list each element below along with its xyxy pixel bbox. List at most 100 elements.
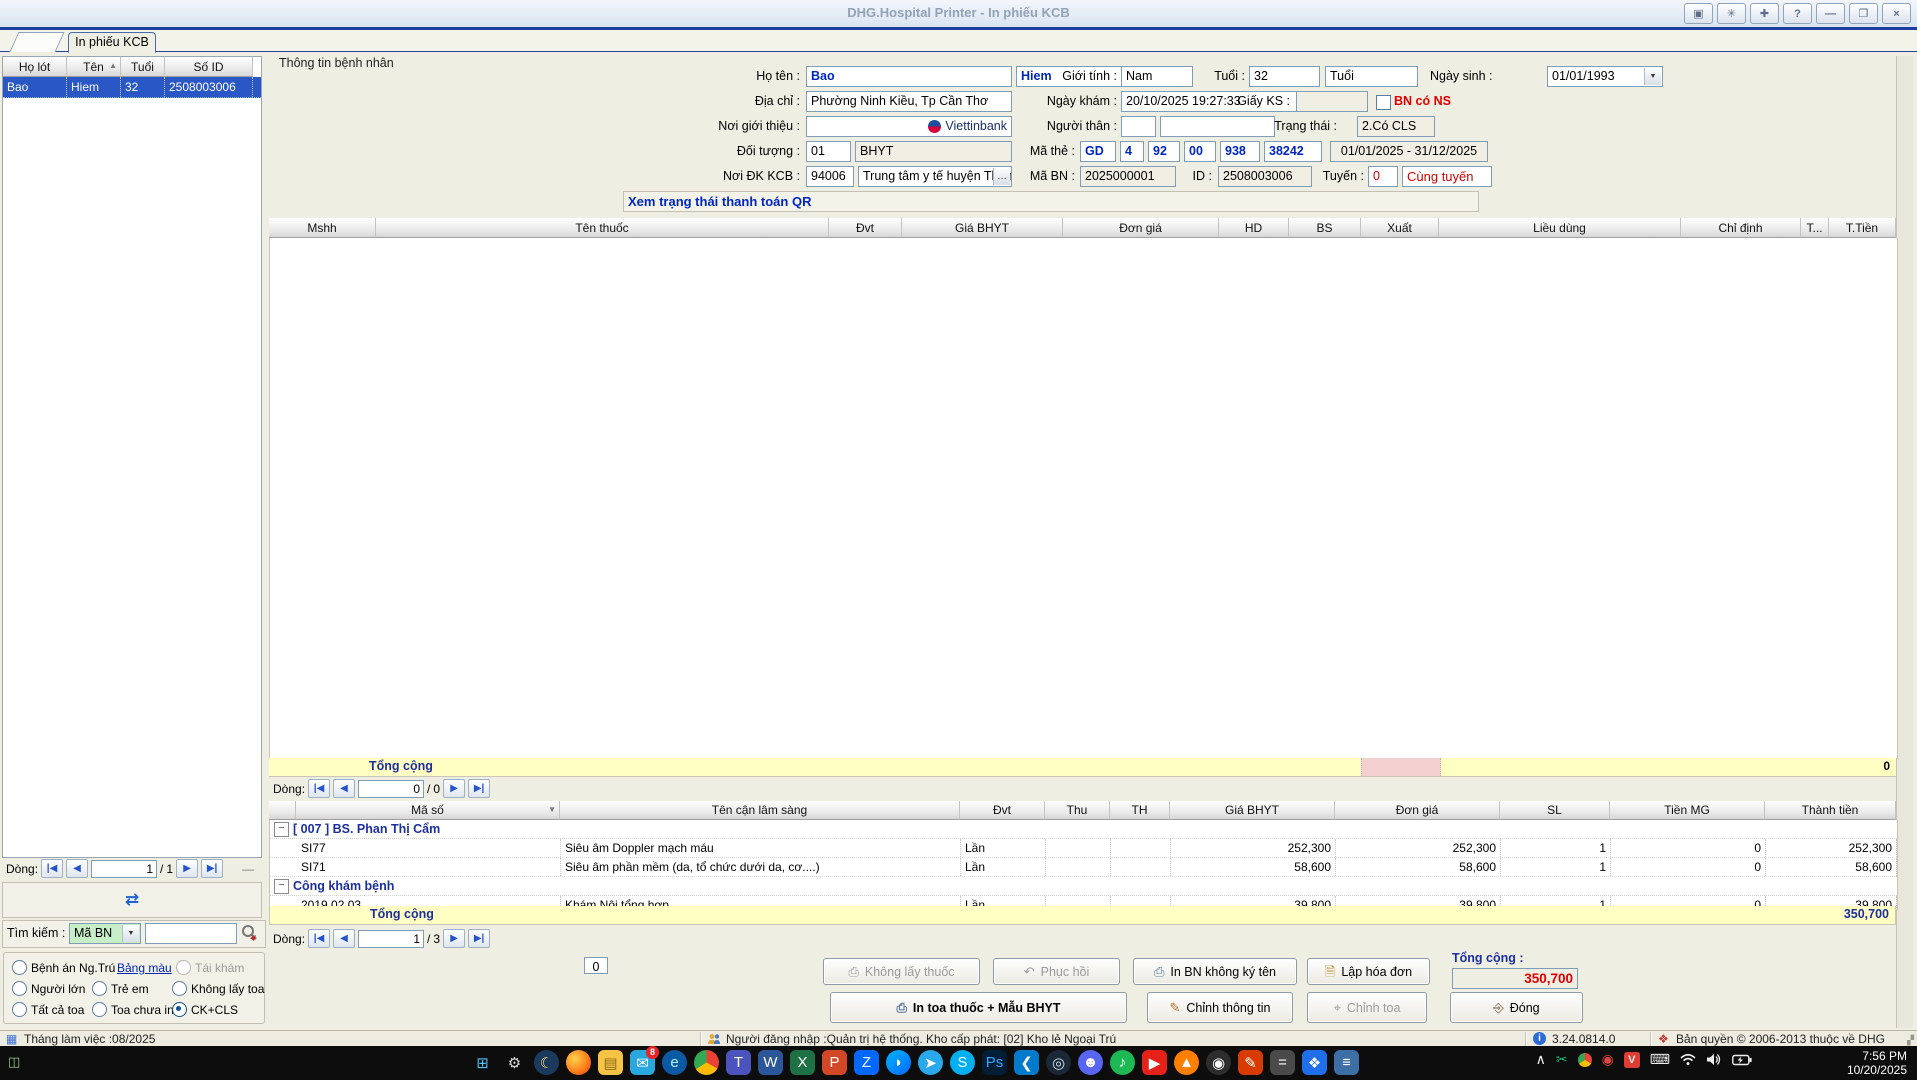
pager-first-button[interactable]: |◀ (41, 859, 64, 878)
col-header-tuoi[interactable]: Tuổi (121, 57, 165, 77)
dong-button[interactable]: ⎆ Đóng (1450, 992, 1583, 1023)
taskbar-icon-discord[interactable]: ☻ (1078, 1050, 1103, 1075)
pager-more-button[interactable]: — (242, 862, 254, 876)
refresh-icon[interactable]: ⇄ (125, 890, 139, 910)
tray-volume-icon[interactable] (1706, 1053, 1722, 1066)
taskbar-icon-youtube[interactable]: ▶ (1142, 1050, 1167, 1075)
bn-co-ns-checkbox[interactable] (1376, 95, 1391, 110)
service-row[interactable]: SI77 Siêu âm Doppler mạch máu Lần 252,30… (270, 839, 1897, 858)
pager-last-button[interactable]: ▶| (468, 779, 491, 798)
nguoi-than-code-field[interactable] (1121, 116, 1156, 137)
taskbar-icon-spotify[interactable]: ♪ (1110, 1050, 1135, 1075)
tray-scissors-icon[interactable]: ✂ (1556, 1051, 1568, 1068)
ma-the-1-field[interactable]: GD (1080, 141, 1116, 162)
pager-page-input[interactable]: 1 (91, 859, 158, 878)
taskbar-icon-word[interactable]: W (758, 1050, 783, 1075)
add-note-icon[interactable]: ✚ (1750, 3, 1779, 24)
help-button[interactable]: ? (1783, 3, 1812, 24)
col-header[interactable]: Giá BHYT (902, 218, 1063, 238)
col-header[interactable]: HD (1219, 218, 1289, 238)
col-header[interactable]: BS (1289, 218, 1361, 238)
col-header[interactable]: Liều dùng (1439, 218, 1681, 238)
tab-in-phieu-kcb[interactable]: In phiếu KCB (68, 32, 156, 53)
tray-keyboard-icon[interactable]: ⌨ (1650, 1051, 1670, 1068)
taskbar-icon-steam[interactable]: ◎ (1046, 1050, 1071, 1075)
chevron-down-icon[interactable]: ▼ (122, 925, 139, 942)
titlebar[interactable]: DHG.Hospital Printer - In phiếu KCB ▣ ✳ … (0, 0, 1917, 30)
taskbar-corner-icon[interactable]: ◫ (8, 1054, 20, 1070)
taskbar-icon-paint[interactable]: ✎ (1238, 1050, 1263, 1075)
noi-gioi-thieu-field[interactable]: Viettinbank (806, 116, 1012, 137)
khong-lay-thuoc-button[interactable]: ⎙ Không lấy thuốc (823, 958, 980, 985)
pager-last-button[interactable]: ▶| (201, 859, 224, 878)
gioi-tinh-field[interactable]: Nam (1121, 66, 1193, 87)
taskbar-icon-skype[interactable]: S (950, 1050, 975, 1075)
radio-toa-chua-in[interactable]: Toa chưa in (92, 1002, 174, 1017)
pager-first-button[interactable]: |◀ (308, 929, 331, 948)
taskbar-icon-excel[interactable]: X (790, 1050, 815, 1075)
taskbar-icon-firefox[interactable] (566, 1050, 591, 1075)
pager-first-button[interactable]: |◀ (308, 779, 331, 798)
taskbar-icon-obs[interactable]: ◉ (1206, 1050, 1231, 1075)
col-header[interactable]: Thu (1045, 801, 1110, 820)
col-header[interactable]: Đơn giá (1335, 801, 1500, 820)
collapse-icon[interactable]: − (274, 821, 289, 837)
bang-mau-link[interactable]: Bảng màu (117, 961, 172, 975)
pager-page-input[interactable]: 0 (358, 779, 425, 798)
tuoi-field[interactable]: 32 (1249, 66, 1320, 87)
taskbar-icon-telegram[interactable]: ➤ (918, 1050, 943, 1075)
restore-button[interactable]: ❐ (1849, 3, 1878, 24)
col-header-ho-lot[interactable]: Họ lót (3, 57, 67, 77)
pager-next-button[interactable]: ▶ (176, 859, 199, 878)
col-header[interactable]: SL (1500, 801, 1610, 820)
feedback-icon[interactable]: ▣ (1684, 3, 1713, 24)
ma-the-4-field[interactable]: 00 (1184, 141, 1216, 162)
service-row[interactable]: SI71 Siêu âm phần mềm (da, tổ chức dưới … (270, 858, 1897, 877)
ho-ten-field[interactable]: Bao (806, 66, 1012, 87)
collapse-icon[interactable]: − (274, 878, 289, 894)
taskbar-icon-vscode[interactable]: ❮ (1014, 1050, 1039, 1075)
close-button[interactable]: × (1882, 3, 1911, 24)
taskbar-icon-night-light[interactable]: ☾ (534, 1050, 559, 1075)
doi-tuong-code-field[interactable]: 01 (806, 141, 851, 162)
lap-hoa-don-button[interactable]: 🗎 Lập hóa đơn (1307, 958, 1430, 985)
pager-last-button[interactable]: ▶| (468, 929, 491, 948)
radio-tat-ca-toa[interactable]: Tất cả toa (12, 1002, 84, 1017)
col-header[interactable]: Tiền MG (1610, 801, 1765, 820)
sync-icon[interactable]: ✳ (1717, 3, 1746, 24)
col-header[interactable]: Giá BHYT (1170, 801, 1335, 820)
minimize-button[interactable]: — (1816, 3, 1845, 24)
col-header-so-id[interactable]: Số ID (165, 57, 253, 77)
search-field-selector[interactable]: Mã BN ▼ (69, 923, 141, 944)
tuyen-field[interactable]: 0 (1368, 166, 1398, 187)
filter-icon[interactable]: ▼ (548, 805, 556, 814)
ma-the-5-field[interactable]: 938 (1220, 141, 1260, 162)
col-header[interactable]: Đvt (960, 801, 1045, 820)
col-header[interactable]: T... (1801, 218, 1829, 238)
taskbar-icon-photoshop[interactable]: Ps (982, 1050, 1007, 1075)
col-header[interactable]: T.Tiền (1829, 218, 1896, 238)
pager-prev-button[interactable]: ◀ (333, 779, 356, 798)
tray-wifi-icon[interactable] (1680, 1053, 1696, 1066)
radio-tai-kham[interactable]: Tái khám (176, 960, 244, 975)
taskbar-icon-chrome[interactable] (694, 1050, 719, 1075)
tray-battery-icon[interactable] (1732, 1054, 1752, 1066)
taskbar-clock[interactable]: 7:56 PM 10/20/2025 (1847, 1049, 1907, 1077)
col-header-ten[interactable]: Tên ▲ (67, 57, 121, 77)
patient-row-selected[interactable]: Bao Hiem 32 2508003006 (3, 77, 261, 98)
taskbar-icon-edge[interactable]: e (662, 1050, 687, 1075)
radio-nguoi-lon[interactable]: Người lớn (12, 981, 85, 996)
pager-next-button[interactable]: ▶ (443, 929, 466, 948)
service-group-row[interactable]: − [ 007 ] BS. Phan Thị Cẩm (270, 820, 1897, 839)
ma-the-6-field[interactable]: 38242 (1264, 141, 1322, 162)
in-toa-thuoc-button[interactable]: ⎙ In toa thuốc + Mẫu BHYT (830, 992, 1127, 1023)
chinh-toa-button[interactable]: ⌖ Chỉnh toa (1307, 992, 1427, 1023)
taskbar-icon-zalo[interactable]: Z (854, 1050, 879, 1075)
pager-next-button[interactable]: ▶ (443, 779, 466, 798)
dia-chi-field[interactable]: Phường Ninh Kiều, Tp Cần Thơ (806, 91, 1012, 112)
col-header[interactable]: TH (1110, 801, 1170, 820)
ngay-sinh-field[interactable]: 01/01/1993 ▼ (1547, 66, 1663, 87)
in-bn-khong-ky-ten-button[interactable]: ⎙ In BN không ký tên (1133, 958, 1297, 985)
col-header[interactable]: Đvt (829, 218, 902, 238)
taskbar-icon-powerpoint[interactable]: P (822, 1050, 847, 1075)
